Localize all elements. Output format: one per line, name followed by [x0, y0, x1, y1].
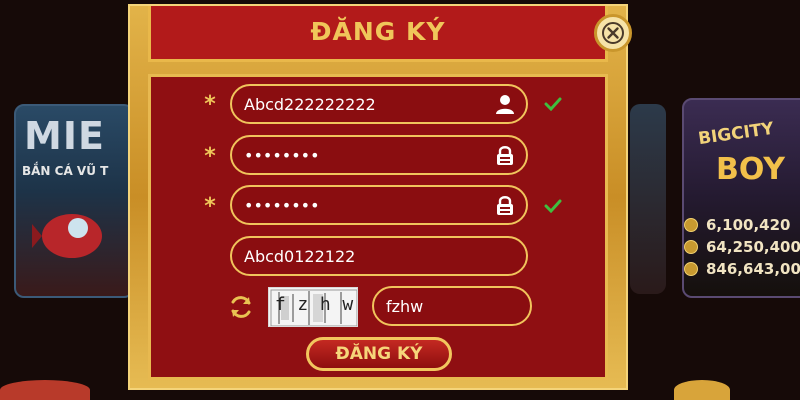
username-input[interactable]	[244, 86, 494, 122]
fish-illustration-icon	[32, 214, 102, 258]
register-button[interactable]: ĐĂNG KÝ	[306, 337, 452, 371]
referral-input[interactable]	[244, 238, 514, 274]
captcha-chars: f z h w	[269, 294, 357, 315]
confirm-password-field[interactable]	[230, 185, 528, 225]
jackpot-row: 64,250,400	[684, 236, 800, 258]
jackpot-row: 6,100,420	[684, 214, 800, 236]
game-card-title: BIGCITY	[696, 118, 775, 150]
refresh-icon[interactable]	[228, 294, 254, 320]
bottom-decoration	[0, 380, 90, 400]
title-banner: ĐĂNG KÝ	[148, 6, 608, 62]
jackpot-value: 6,100,420	[706, 216, 791, 234]
confirm-password-input[interactable]	[244, 187, 494, 223]
required-mark: *	[204, 194, 216, 219]
close-button[interactable]	[594, 14, 632, 52]
required-mark: *	[204, 144, 216, 169]
required-mark: *	[204, 92, 216, 117]
dialog-title: ĐĂNG KÝ	[310, 17, 446, 46]
lock-icon	[497, 146, 513, 165]
coin-icon	[684, 240, 698, 254]
valid-check-icon	[544, 97, 562, 111]
captcha-field[interactable]	[372, 286, 532, 326]
captcha-input[interactable]	[386, 288, 522, 324]
captcha-char: h	[319, 294, 331, 315]
register-button-label: ĐĂNG KÝ	[335, 344, 423, 364]
jackpot-row: 846,643,00	[684, 258, 800, 280]
username-field[interactable]	[230, 84, 528, 124]
coin-icon	[684, 262, 698, 276]
jackpot-value: 64,250,400	[706, 238, 800, 256]
captcha-char: z	[297, 294, 309, 315]
game-card-fish[interactable]: MIE BẮN CÁ VŨ T	[14, 104, 134, 298]
captcha-char: f	[274, 294, 286, 315]
coin-icon	[684, 218, 698, 232]
game-card-partial[interactable]	[630, 104, 666, 294]
game-card-title: MIE	[24, 114, 105, 158]
user-icon	[496, 95, 514, 114]
game-card-title-2: BOY	[716, 152, 786, 187]
password-field[interactable]	[230, 135, 528, 175]
valid-check-icon	[544, 199, 562, 213]
lock-icon	[497, 196, 513, 215]
jackpot-list: 6,100,420 64,250,400 846,643,00	[684, 214, 800, 280]
password-input[interactable]	[244, 137, 494, 173]
bottom-coin-decoration	[674, 380, 730, 400]
close-icon	[602, 22, 624, 44]
captcha-char: w	[342, 294, 354, 315]
captcha-image: f z h w	[268, 287, 358, 327]
referral-field[interactable]	[230, 236, 528, 276]
jackpot-value: 846,643,00	[706, 260, 800, 278]
game-card-subtitle: BẮN CÁ VŨ T	[22, 164, 109, 178]
